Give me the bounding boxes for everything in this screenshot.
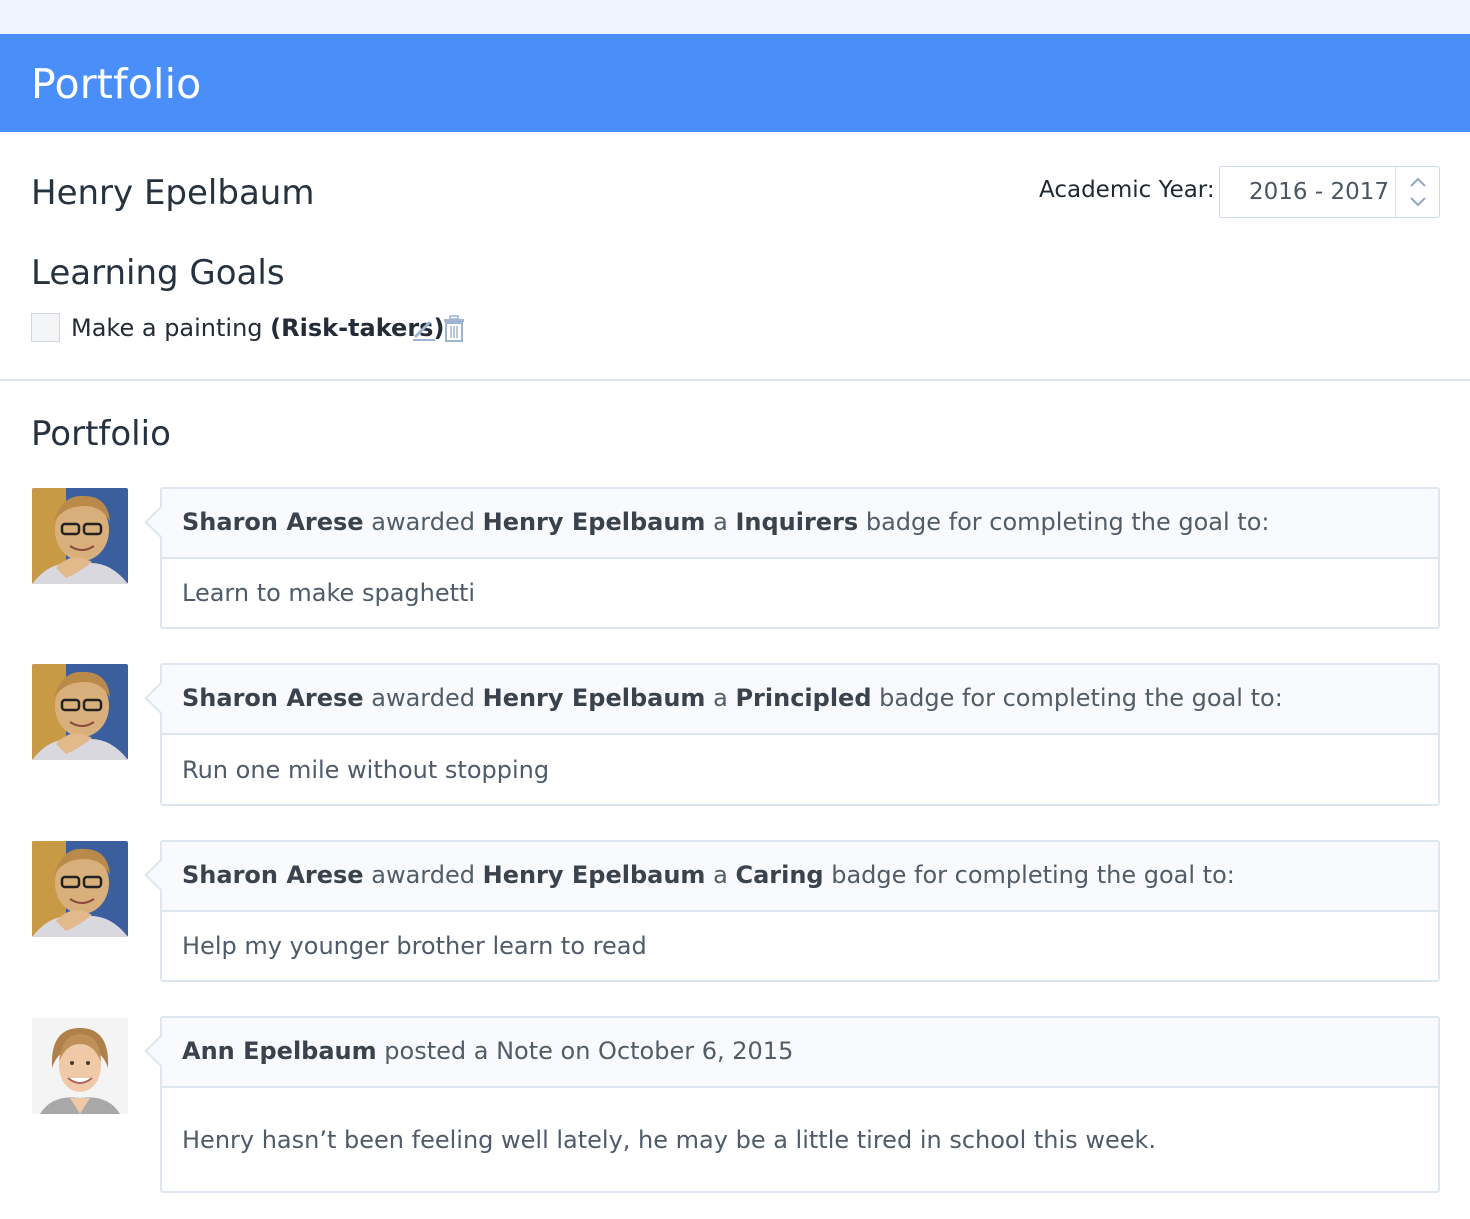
page-title: Portfolio xyxy=(31,60,202,108)
card-body: Learn to make spaghetti xyxy=(182,579,476,607)
goal-checkbox[interactable] xyxy=(31,313,60,342)
goal-text: Make a painting (Risk-takers) xyxy=(71,314,444,342)
actor-name[interactable]: Sharon Arese xyxy=(182,684,364,712)
header-suffix: badge for completing the goal to: xyxy=(879,684,1283,712)
goal-title: Make a painting xyxy=(71,314,263,342)
year-stepper[interactable] xyxy=(1395,167,1439,217)
portfolio-heading: Portfolio xyxy=(31,414,171,454)
card-header: Ann Epelbaum posted a Note on October 6,… xyxy=(144,1018,1438,1088)
verb: awarded xyxy=(371,861,475,889)
recipient-name[interactable]: Henry Epelbaum xyxy=(483,508,706,536)
actor-name[interactable]: Sharon Arese xyxy=(182,861,364,889)
avatar xyxy=(32,1018,128,1114)
header-bar xyxy=(0,34,1470,132)
student-name: Henry Epelbaum xyxy=(31,173,315,213)
card-pointer xyxy=(144,682,176,714)
card-header: Sharon Arese awarded Henry Epelbaum a In… xyxy=(144,489,1438,559)
learning-goals-heading: Learning Goals xyxy=(31,253,285,293)
badge-name: Inquirers xyxy=(735,508,859,536)
portfolio-card: Ann Epelbaum posted a Note on October 6,… xyxy=(144,1016,1440,1193)
actor-name[interactable]: Ann Epelbaum xyxy=(182,1037,377,1065)
header-suffix: badge for completing the goal to: xyxy=(865,508,1270,536)
card-body: Help my younger brother learn to read xyxy=(182,932,647,960)
card-body: Run one mile without stopping xyxy=(182,755,550,784)
portfolio-card: Sharon Arese awarded Henry Epelbaum a Ca… xyxy=(144,840,1440,982)
verb: awarded xyxy=(371,508,475,536)
card-pointer xyxy=(144,506,176,538)
card-header: Sharon Arese awarded Henry Epelbaum a Pr… xyxy=(144,665,1438,735)
avatar xyxy=(32,488,128,584)
top-strip xyxy=(0,0,1470,34)
recipient-name[interactable]: Henry Epelbaum xyxy=(483,684,706,712)
badge-name: Caring xyxy=(735,861,824,889)
academic-year-select[interactable]: 2016 - 2017 xyxy=(1219,166,1440,218)
article: a xyxy=(713,861,728,889)
academic-year-value: 2016 - 2017 xyxy=(1249,179,1389,205)
pencil-icon[interactable] xyxy=(411,316,437,342)
card-pointer xyxy=(144,859,176,891)
badge-name: Principled xyxy=(735,684,872,712)
portfolio-card: Sharon Arese awarded Henry Epelbaum a In… xyxy=(144,487,1440,629)
section-divider xyxy=(0,379,1470,381)
card-header: Sharon Arese awarded Henry Epelbaum a Ca… xyxy=(144,842,1438,912)
academic-year-label: Academic Year: xyxy=(1039,177,1215,203)
article: a xyxy=(713,508,728,536)
header-suffix: badge for completing the goal to: xyxy=(831,861,1235,889)
avatar xyxy=(32,841,128,937)
article: a xyxy=(713,684,728,712)
avatar xyxy=(32,664,128,760)
recipient-name[interactable]: Henry Epelbaum xyxy=(483,861,706,889)
trash-icon[interactable] xyxy=(442,315,466,343)
chevron-up-down-icon xyxy=(1410,177,1426,207)
note-action: posted a Note on October 6, 2015 xyxy=(384,1037,794,1065)
card-pointer xyxy=(144,1035,176,1067)
portfolio-card: Sharon Arese awarded Henry Epelbaum a Pr… xyxy=(144,663,1440,806)
verb: awarded xyxy=(371,684,475,712)
card-body: Henry hasn’t been feeling well lately, h… xyxy=(182,1125,1157,1154)
actor-name[interactable]: Sharon Arese xyxy=(182,508,364,536)
